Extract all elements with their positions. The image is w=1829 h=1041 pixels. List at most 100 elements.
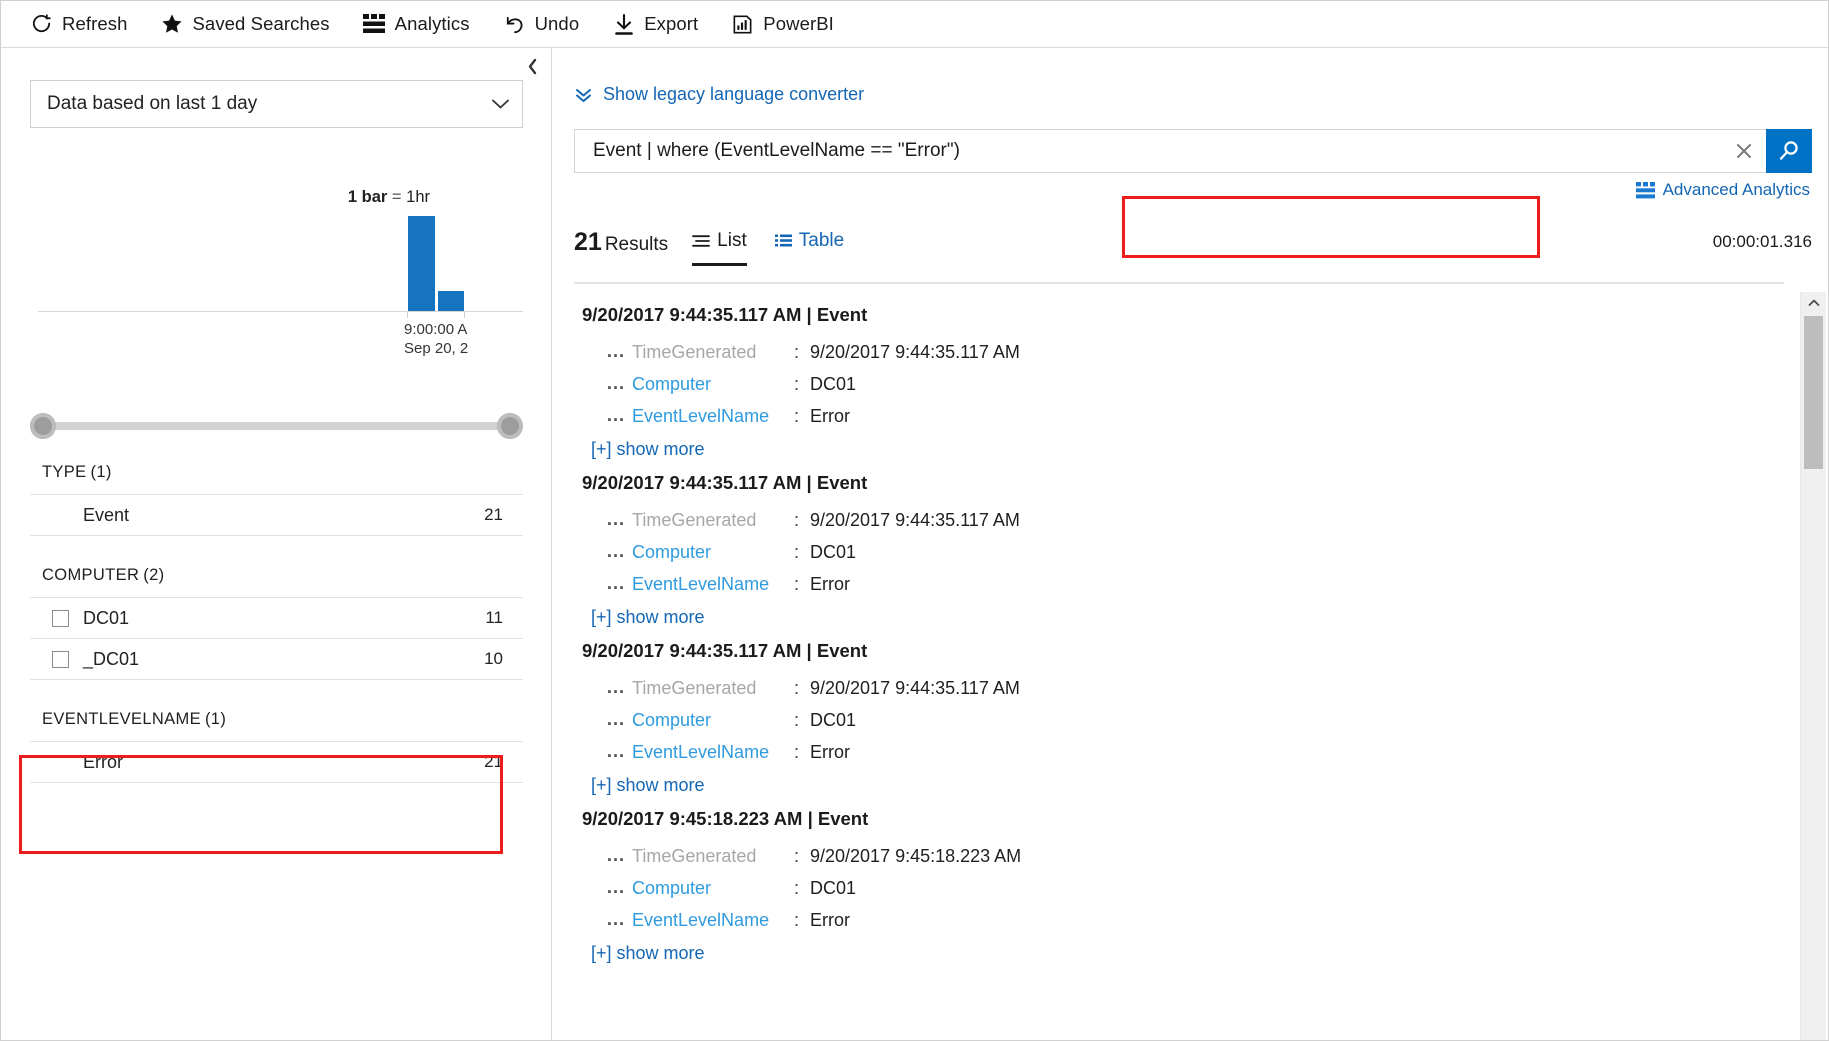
field-key[interactable]: EventLevelName: [632, 910, 794, 931]
result-record: 9/20/2017 9:44:35.117 AM | Event … TimeG…: [574, 628, 1784, 796]
record-header[interactable]: 9/20/2017 9:45:18.223 AM | Event: [574, 808, 1784, 830]
top-toolbar: Refresh Saved Searches Analytics Undo Ex…: [1, 1, 1828, 48]
clear-query-button[interactable]: [1722, 129, 1766, 173]
collapse-sidebar-button[interactable]: [523, 56, 541, 76]
facet-computer-count: (2): [143, 566, 165, 584]
field-menu-icon[interactable]: …: [606, 373, 632, 395]
field-colon: :: [794, 877, 800, 898]
facet-row-count: 21: [484, 752, 503, 771]
record-field: … Computer : DC01: [574, 872, 1784, 904]
field-key[interactable]: Computer: [632, 710, 794, 731]
field-menu-icon[interactable]: …: [606, 677, 632, 699]
query-input[interactable]: Event | where (EventLevelName == "Error"…: [574, 129, 1722, 173]
scroll-up-button[interactable]: [1801, 292, 1826, 314]
field-value: DC01: [810, 709, 857, 730]
time-range-slider[interactable]: [30, 413, 523, 439]
facet-row[interactable]: DC01 11: [30, 598, 523, 639]
record-field: … Computer : DC01: [574, 704, 1784, 736]
field-menu-icon[interactable]: …: [606, 877, 632, 899]
facet-row-count: 21: [484, 505, 503, 524]
tab-table-view[interactable]: Table: [774, 229, 845, 255]
histogram-bar[interactable]: [438, 291, 464, 311]
facet-eventlevelname-title: EVENTLEVELNAME (1): [30, 710, 523, 741]
powerbi-button[interactable]: PowerBI: [730, 12, 834, 37]
field-key[interactable]: EventLevelName: [632, 742, 794, 763]
tab-table-label: Table: [798, 229, 845, 251]
table-icon: [774, 234, 792, 248]
refresh-icon: [29, 12, 54, 37]
scrollbar-thumb[interactable]: [1804, 316, 1823, 469]
field-key[interactable]: Computer: [632, 542, 794, 563]
field-colon: :: [794, 405, 800, 426]
histogram-axis-label-time: 9:00:00 A: [404, 321, 468, 338]
time-histogram: 1 bar = 1hr 9:00:00 A Sep 20, 2: [30, 188, 523, 357]
histogram-legend-unit: 1hr: [406, 188, 430, 206]
list-icon: [692, 234, 711, 248]
facet-row[interactable]: Event 21: [30, 495, 523, 536]
chevron-left-icon: [528, 58, 536, 74]
show-more-link[interactable]: [+] show more: [574, 943, 705, 964]
export-button[interactable]: Export: [611, 12, 698, 37]
result-record: 9/20/2017 9:44:35.117 AM | Event … TimeG…: [574, 460, 1784, 628]
field-menu-icon[interactable]: …: [606, 573, 632, 595]
saved-searches-button[interactable]: Saved Searches: [159, 12, 330, 37]
facet-row-count: 10: [484, 649, 503, 668]
filter-sidebar: Data based on last 1 day 1 bar = 1hr 9:0…: [1, 48, 552, 1040]
record-field: … EventLevelName : Error: [574, 400, 1784, 432]
show-more-link[interactable]: [+] show more: [574, 607, 705, 628]
show-legacy-converter-link[interactable]: Show legacy language converter: [574, 84, 864, 105]
facet-row-label: Event: [83, 504, 130, 525]
range-end-handle[interactable]: [497, 413, 523, 439]
run-search-button[interactable]: [1766, 129, 1812, 173]
field-value: 9/20/2017 9:44:35.117 AM: [810, 341, 1020, 362]
results-toolbar: 21 Results List Table 00:00:01.316: [574, 218, 1812, 266]
refresh-button[interactable]: Refresh: [29, 12, 127, 37]
histogram-plot[interactable]: [38, 216, 523, 318]
facet-row-checkbox[interactable]: [52, 650, 69, 668]
double-chevron-down-icon: [574, 86, 593, 104]
time-scope-select[interactable]: Data based on last 1 day: [30, 80, 523, 128]
field-menu-icon[interactable]: …: [606, 909, 632, 931]
facet-eventlevelname-name: EVENTLEVELNAME: [42, 710, 201, 728]
field-key[interactable]: Computer: [632, 878, 794, 899]
advanced-analytics-link[interactable]: Advanced Analytics: [1635, 180, 1810, 200]
main-body: Data based on last 1 day 1 bar = 1hr 9:0…: [1, 48, 1828, 1040]
field-menu-icon[interactable]: …: [606, 741, 632, 763]
record-header[interactable]: 9/20/2017 9:44:35.117 AM | Event: [574, 472, 1784, 494]
export-label: Export: [644, 13, 699, 34]
facet-row-label: _DC01: [83, 648, 140, 669]
field-menu-icon[interactable]: …: [606, 541, 632, 563]
facet-row[interactable]: Error 21: [30, 742, 523, 783]
undo-button[interactable]: Undo: [502, 12, 580, 37]
results-count-number: 21: [574, 227, 602, 256]
powerbi-label: PowerBI: [763, 13, 834, 34]
facet-computer: COMPUTER (2) DC01 11 _DC01 10: [30, 566, 523, 680]
query-bar: Event | where (EventLevelName == "Error"…: [574, 129, 1812, 173]
facet-row[interactable]: _DC01 10: [30, 639, 523, 680]
histogram-bar[interactable]: [408, 216, 435, 311]
record-header[interactable]: 9/20/2017 9:44:35.117 AM | Event: [574, 304, 1784, 326]
analytics-button[interactable]: Analytics: [362, 12, 470, 37]
range-start-handle[interactable]: [30, 413, 56, 439]
advanced-analytics-label: Advanced Analytics: [1662, 180, 1810, 199]
field-value: 9/20/2017 9:45:18.223 AM: [810, 845, 1022, 866]
record-header[interactable]: 9/20/2017 9:44:35.117 AM | Event: [574, 640, 1784, 662]
field-key[interactable]: EventLevelName: [632, 406, 794, 427]
field-value: Error: [810, 909, 850, 930]
slider-track[interactable]: [42, 422, 511, 430]
field-menu-icon[interactable]: …: [606, 509, 632, 531]
histogram-tick: [464, 312, 465, 318]
field-menu-icon[interactable]: …: [606, 709, 632, 731]
tab-list-view[interactable]: List: [692, 230, 747, 266]
field-menu-icon[interactable]: …: [606, 405, 632, 427]
histogram-axis: [38, 311, 523, 312]
show-more-link[interactable]: [+] show more: [574, 439, 705, 460]
show-more-link[interactable]: [+] show more: [574, 775, 705, 796]
field-key[interactable]: Computer: [632, 374, 794, 395]
field-menu-icon[interactable]: …: [606, 845, 632, 867]
results-scrollbar[interactable]: [1800, 292, 1826, 1040]
field-menu-icon[interactable]: …: [606, 341, 632, 363]
facet-row-checkbox[interactable]: [52, 609, 69, 627]
field-key[interactable]: EventLevelName: [632, 574, 794, 595]
result-record: 9/20/2017 9:45:18.223 AM | Event … TimeG…: [574, 796, 1784, 964]
